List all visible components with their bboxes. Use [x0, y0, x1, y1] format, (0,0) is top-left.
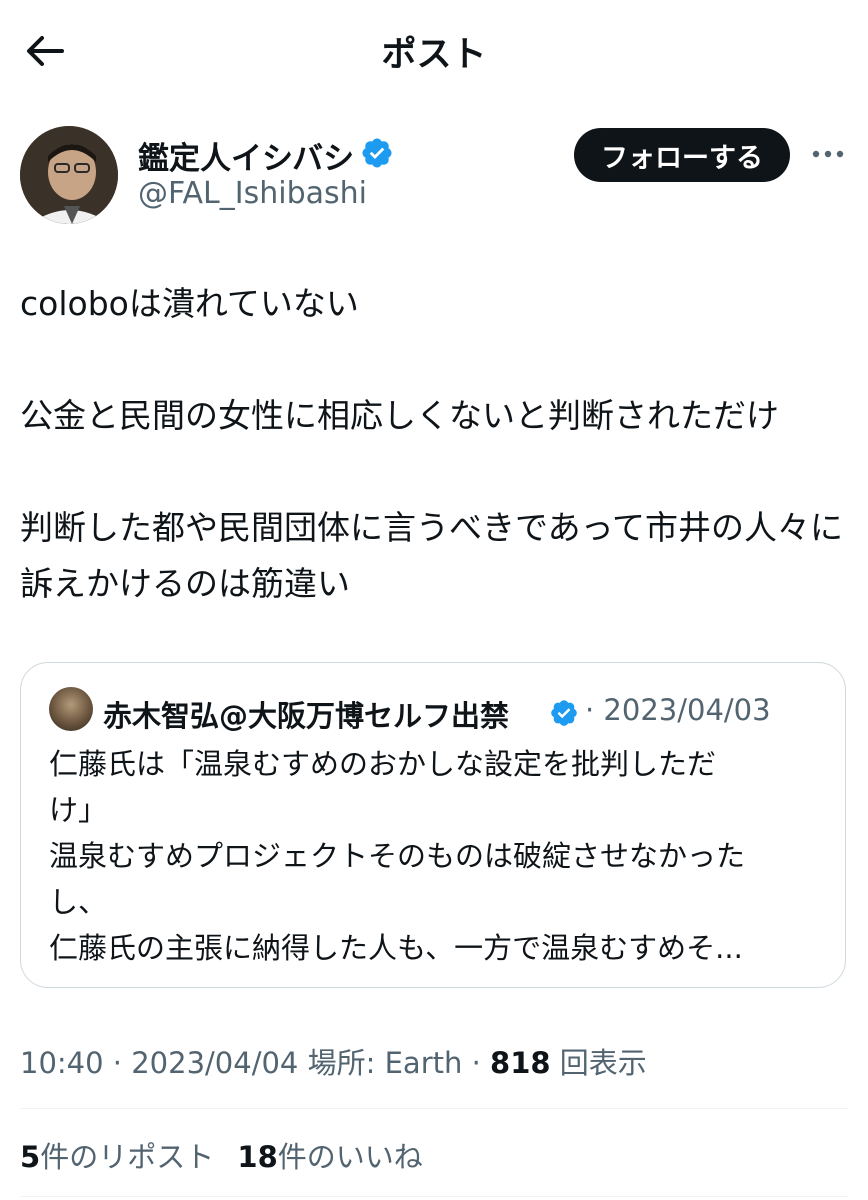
engagement-stats: 5件のリポスト 18件のいいね — [20, 1134, 423, 1176]
quoted-post-date: · 2023/04/03 — [585, 693, 771, 727]
post-date[interactable]: 2023/04/04 — [131, 1046, 298, 1080]
reposts-label: 件のリポスト — [40, 1140, 215, 1174]
page-title: ポスト — [381, 35, 487, 75]
likes-stat[interactable]: 18件のいいね — [237, 1140, 422, 1174]
author-name[interactable]: 鑑定人イシバシ — [138, 133, 354, 178]
location: 場所: Earth — [307, 1046, 463, 1080]
divider — [20, 1108, 848, 1109]
quoted-line: 仁藤氏は「温泉むすめのおかしな設定を批判しただ — [49, 747, 717, 781]
post-text: coloboは潰れていない 公金と民間の女性に相応しくないと判断されただけ 判断… — [20, 276, 850, 612]
separator: · — [471, 1046, 491, 1080]
verified-badge-icon — [362, 138, 392, 168]
avatar[interactable] — [20, 126, 118, 224]
likes-label: 件のいいね — [277, 1140, 423, 1174]
more-options-icon[interactable] — [808, 140, 848, 168]
likes-count: 18 — [237, 1140, 278, 1174]
reposts-stat[interactable]: 5件のリポスト — [20, 1140, 214, 1174]
verified-badge-icon — [551, 700, 577, 726]
post-paragraph: 判断した都や民間団体に言うべきであって市井の人々に訴えかけるのは筋違い — [20, 508, 844, 603]
quoted-avatar — [49, 687, 93, 731]
quoted-line: 仁藤氏の主張に納得した人も、一方で温泉むすめそ... — [49, 931, 743, 965]
post-paragraph: 公金と民間の女性に相応しくないと判断されただけ — [20, 396, 779, 435]
quoted-line: 温泉むすめプロジェクトそのものは破綻させなかった — [49, 839, 746, 873]
divider — [20, 1196, 848, 1197]
post-paragraph: coloboは潰れていない — [20, 284, 359, 323]
views-count: 818 — [490, 1046, 551, 1080]
post-time[interactable]: 10:40 — [20, 1046, 104, 1080]
separator: · — [112, 1046, 132, 1080]
quoted-author-name: 赤木智弘@大阪万博セルフ出禁 — [103, 699, 510, 733]
post-meta: 10:40 · 2023/04/04 場所: Earth · 818 回表示 — [20, 1040, 647, 1082]
follow-button[interactable]: フォローする — [574, 128, 790, 182]
quoted-post-card[interactable]: 赤木智弘@大阪万博セルフ出禁 · 2023/04/03 仁藤氏は「温泉むすめのお… — [20, 662, 846, 988]
reposts-count: 5 — [20, 1140, 41, 1174]
quoted-line: し、 — [49, 885, 108, 919]
quoted-post-text: 仁藤氏は「温泉むすめのおかしな設定を批判しただ け」 温泉むすめプロジェクトその… — [49, 741, 809, 971]
views-label: 回表示 — [559, 1046, 647, 1080]
author-handle[interactable]: @FAL_Ishibashi — [138, 176, 367, 211]
quoted-line: け」 — [49, 793, 108, 827]
avatar-image — [20, 126, 118, 224]
